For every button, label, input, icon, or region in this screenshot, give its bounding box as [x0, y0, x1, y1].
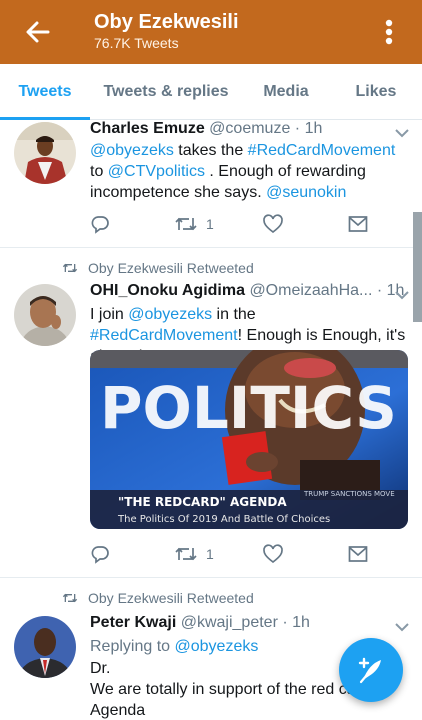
author-handle: @kwaji_peter	[180, 614, 278, 631]
reply-icon	[91, 546, 109, 564]
media-banner-title: "THE REDCARD" AGENDA	[118, 495, 287, 509]
retweet-icon	[175, 217, 197, 231]
tweet-item[interactable]: Oby Ezekwesili Retweeted OHI_Onoku Agidi…	[0, 248, 422, 578]
tweet-text-part: in the	[212, 306, 256, 323]
avatar[interactable]	[14, 616, 76, 678]
media-ticker: TRUMP SANCTIONS MOVE	[303, 490, 395, 498]
tweet-header: OHI_Onoku Agidima @OmeizaahHa... · 1h	[90, 282, 404, 300]
avatar[interactable]	[14, 284, 76, 346]
replying-to-label: Replying to	[90, 638, 175, 655]
tab-likes[interactable]: Likes	[340, 64, 412, 120]
retweet-count: 1	[206, 216, 214, 232]
feather-plus-icon	[358, 657, 381, 684]
author-handle: @OmeizaahHa...	[249, 282, 373, 299]
scrollbar-thumb[interactable]	[413, 212, 422, 322]
tweet-actions: 1	[90, 542, 380, 566]
profile-title: Oby Ezekwesili	[94, 11, 239, 33]
retweet-button[interactable]: 1	[174, 212, 214, 236]
tweet-text-line: Agenda	[90, 702, 146, 719]
retweeted-by-label: Oby Ezekwesili Retweeted	[88, 590, 254, 606]
vertical-dots-icon[interactable]	[378, 16, 400, 48]
media-banner-subtitle: The Politics Of 2019 And Battle Of Choic…	[117, 514, 330, 525]
author-handle: @coemuze	[209, 120, 291, 137]
retweeted-by: Oby Ezekwesili Retweeted	[62, 590, 254, 606]
tweet-item[interactable]: Charles Emuze @coemuze · 1h @obyezeks ta…	[0, 120, 422, 248]
retweet-icon	[62, 593, 78, 603]
author-name[interactable]: Charles Emuze	[90, 120, 205, 137]
chevron-down-icon[interactable]	[394, 622, 410, 632]
hashtag-link[interactable]: #RedCardMovement	[90, 327, 238, 344]
tweet-media-image[interactable]: POLITICS "THE REDCARD" AGENDA The Politi…	[90, 350, 408, 529]
media-big-text: POLITICS	[100, 374, 397, 442]
tab-tweets[interactable]: Tweets	[0, 64, 90, 120]
author-name[interactable]: OHI_Onoku Agidima	[90, 282, 245, 299]
author-name[interactable]: Peter Kwaji	[90, 614, 176, 631]
tweet-time: · 1h	[282, 614, 310, 631]
mention-link[interactable]: @obyezeks	[175, 638, 259, 655]
compose-tweet-button[interactable]	[339, 638, 403, 702]
tweet-text-part: I join	[90, 306, 129, 323]
mention-link[interactable]: @seunokin	[266, 184, 346, 201]
tweet-feed[interactable]: Charles Emuze @coemuze · 1h @obyezeks ta…	[0, 120, 422, 720]
like-button[interactable]	[262, 542, 284, 566]
tweet-header: Charles Emuze @coemuze · 1h	[90, 120, 322, 138]
envelope-icon	[348, 546, 368, 562]
tab-tweets-replies[interactable]: Tweets & replies	[96, 64, 236, 120]
chevron-down-icon[interactable]	[394, 290, 410, 300]
arrow-left-icon[interactable]	[22, 16, 54, 48]
mention-link[interactable]: @obyezeks	[128, 306, 212, 323]
mention-link[interactable]: @CTVpolitics	[108, 163, 205, 180]
reply-button[interactable]	[90, 542, 110, 566]
heart-icon	[263, 214, 283, 234]
reply-icon	[91, 216, 109, 234]
retweet-icon	[175, 547, 197, 561]
retweeted-by: Oby Ezekwesili Retweeted	[62, 260, 254, 276]
retweeted-by-label: Oby Ezekwesili Retweeted	[88, 260, 254, 276]
tweet-header: Peter Kwaji @kwaji_peter · 1h	[90, 614, 310, 632]
profile-tabs: Tweets Tweets & replies Media Likes	[0, 64, 422, 120]
avatar[interactable]	[14, 122, 76, 184]
reply-button[interactable]	[90, 212, 110, 236]
retweet-icon	[62, 263, 78, 273]
tab-media[interactable]: Media	[250, 64, 322, 120]
tweet-text-part: takes the	[173, 142, 248, 159]
tweet-text: @obyezeks takes the #RedCardMovement to …	[90, 140, 408, 203]
envelope-icon	[348, 216, 368, 232]
tweet-actions: 1	[90, 212, 380, 236]
like-button[interactable]	[262, 212, 284, 236]
chevron-down-icon[interactable]	[394, 128, 410, 138]
retweet-button[interactable]: 1	[174, 542, 214, 566]
tweet-time: · 1h	[294, 120, 323, 137]
heart-icon	[263, 544, 283, 564]
tweet-count: 76.7K Tweets	[94, 35, 179, 51]
tweet-text-part: to	[90, 163, 108, 180]
retweet-count: 1	[206, 546, 214, 562]
app-bar: Oby Ezekwesili 76.7K Tweets	[0, 0, 422, 64]
hashtag-link[interactable]: #RedCardMovement	[248, 142, 396, 159]
share-button[interactable]	[348, 212, 368, 236]
mention-link[interactable]: @obyezeks	[90, 142, 174, 159]
share-button[interactable]	[348, 542, 368, 566]
